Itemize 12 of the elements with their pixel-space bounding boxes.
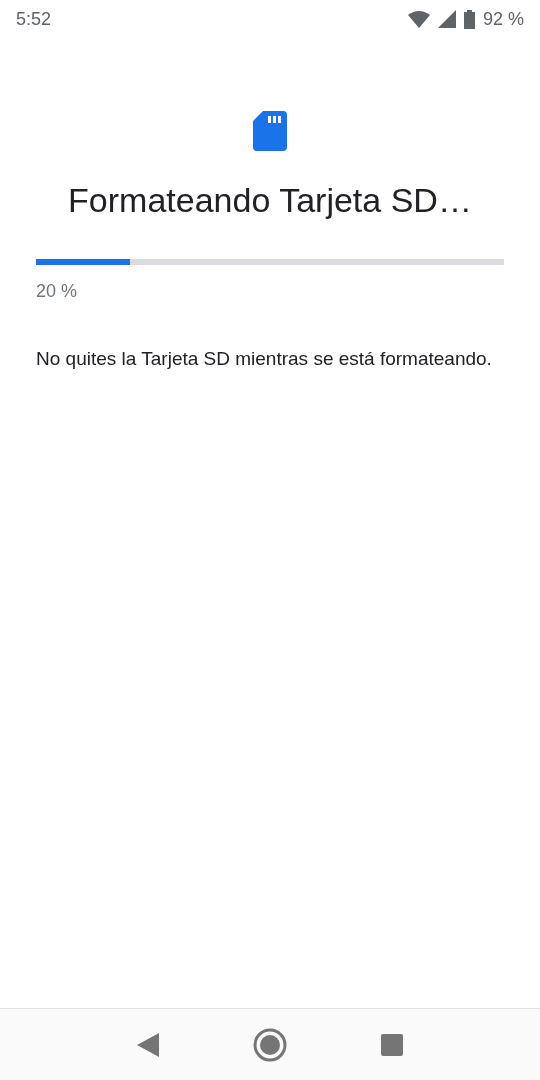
wifi-icon xyxy=(407,10,430,28)
title: Formateando Tarjeta SD… xyxy=(67,180,473,221)
battery-icon xyxy=(463,9,475,29)
clock-time: 5:52 xyxy=(16,10,52,28)
back-button[interactable] xyxy=(137,1032,159,1057)
sd-card-icon xyxy=(253,111,287,151)
signal-icon xyxy=(437,10,456,28)
progress-percentage: 20 % xyxy=(36,281,78,302)
home-button[interactable] xyxy=(253,1027,287,1062)
battery-percentage: 92 % xyxy=(482,10,524,28)
recents-button[interactable] xyxy=(381,1033,403,1056)
warning-message: No quites la Tarjeta SD mientras se está formateando. xyxy=(36,347,493,371)
